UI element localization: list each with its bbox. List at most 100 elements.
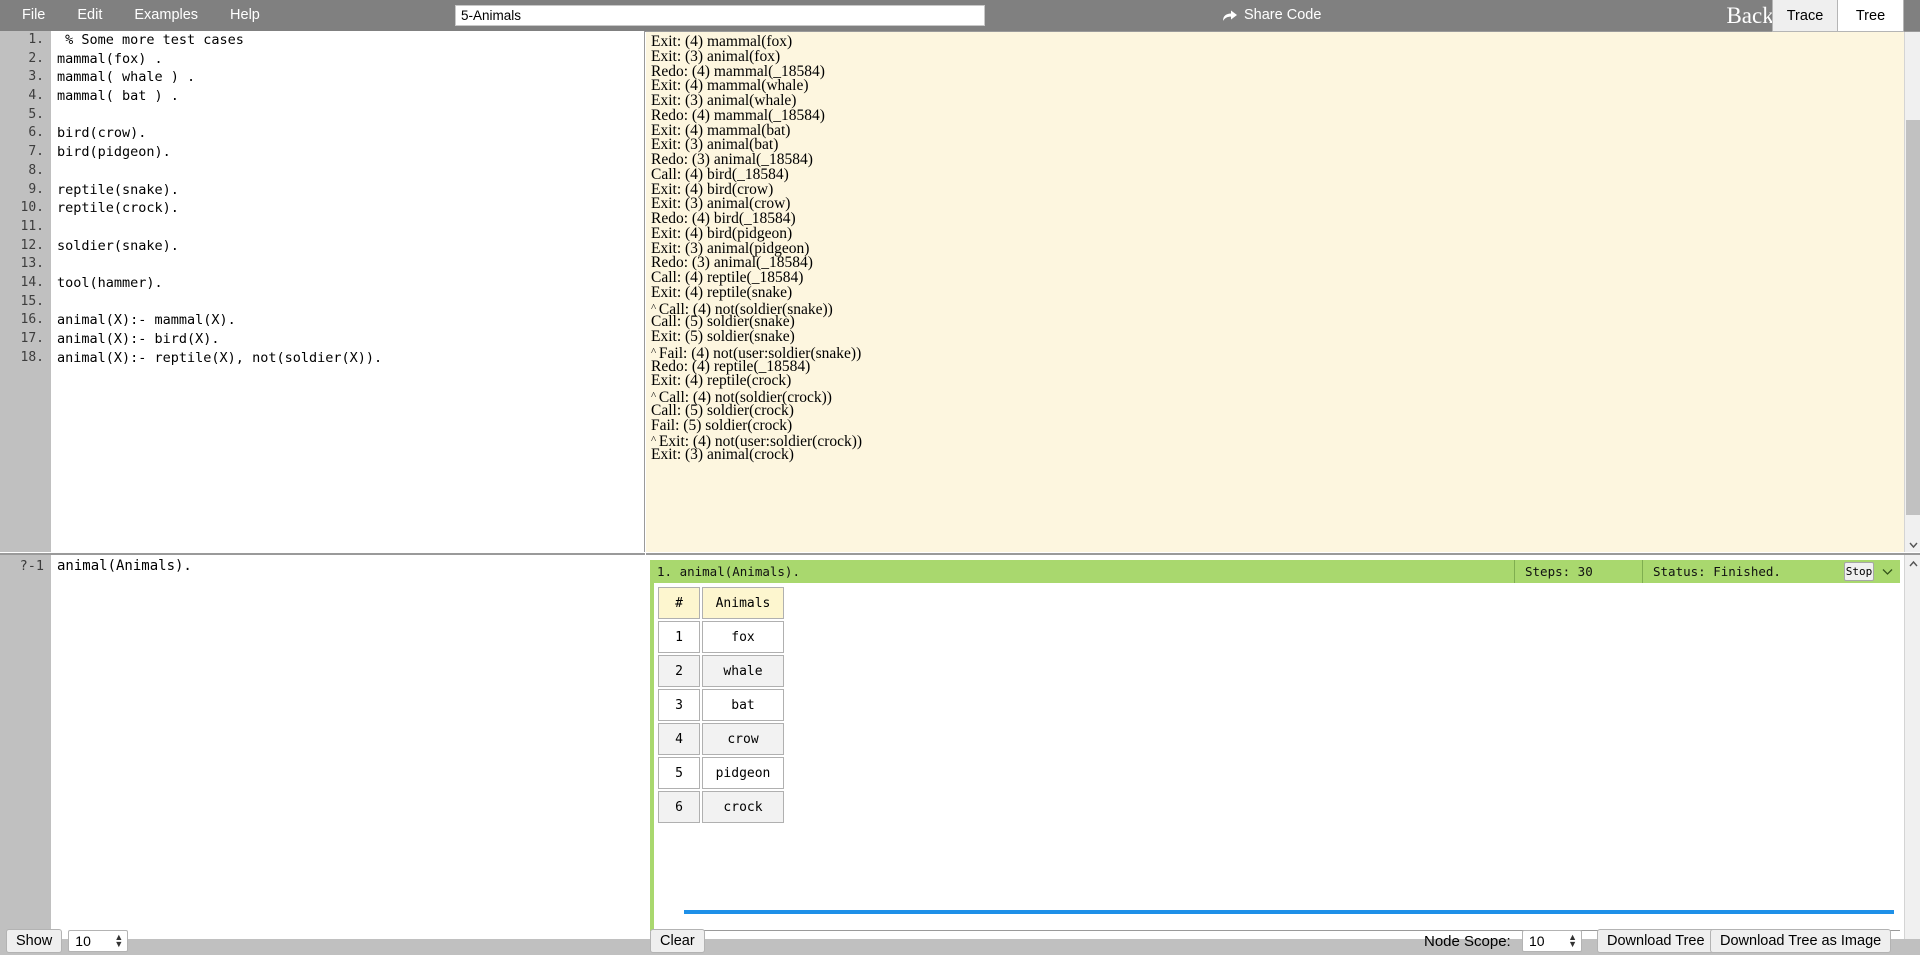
line-number: 1. (28, 32, 44, 47)
line-number: 8. (28, 162, 44, 178)
results-pane: 1. animal(Animals). Steps: 30 Status: Fi… (646, 553, 1920, 941)
code-line[interactable] (51, 293, 644, 312)
code-line[interactable]: animal(X):- reptile(X), not(soldier(X)). (51, 349, 644, 368)
column-header-index: # (658, 587, 700, 619)
table-row: 1 fox (658, 621, 784, 653)
table-row: 6 crock (658, 791, 784, 823)
query-input-area[interactable]: animal(Animals). (51, 555, 645, 941)
results-table: # Animals 1 fox 2 whale 3 bat 4 crow 5 pidgeon 6 cr… (656, 585, 786, 825)
tab-tree[interactable]: Tree (1838, 0, 1904, 32)
download-tree-image-button[interactable]: Download Tree as Image (1710, 929, 1892, 953)
chevron-down-icon[interactable] (1874, 565, 1900, 579)
code-line[interactable]: reptile(snake). (51, 181, 644, 200)
line-number: 17. (20, 331, 44, 346)
table-row: 4 crow (658, 723, 784, 755)
cell-animal: pidgeon (702, 757, 784, 789)
code-line[interactable]: % Some more test cases (51, 31, 644, 50)
code-line[interactable] (51, 106, 644, 125)
editor-line-number-gutter: 1. 2. 3. 4. 5. 6. 7. 8. 9. 10. 11. 12. 13. 14. 15. 16. 1… (0, 31, 51, 552)
line-number: 9. (28, 181, 44, 197)
trace-line: Redo: (3) animal(_18584) (651, 254, 813, 272)
result-steps-label: Steps: 30 (1514, 560, 1642, 583)
show-count-value: 10 (75, 933, 91, 949)
cell-index: 2 (658, 655, 700, 687)
trace-line: Exit: (4) bird(pidgeon) (651, 224, 793, 242)
code-line[interactable]: mammal( whale ) . (51, 68, 644, 87)
query-input[interactable]: animal(Animals). (51, 555, 645, 577)
results-vertical-scrollbar[interactable] (1904, 555, 1920, 941)
caret-marker-icon: ^ (651, 345, 659, 358)
line-number: 4. (28, 88, 44, 104)
cell-index: 1 (658, 621, 700, 653)
menu-item-edit[interactable]: Edit (61, 0, 118, 31)
trace-line: Exit: (3) animal(pidgeon) (651, 239, 810, 257)
code-line[interactable] (51, 162, 644, 181)
show-button[interactable]: Show (6, 929, 63, 953)
code-line[interactable]: bird(crow). (51, 124, 644, 143)
trace-line: Fail: (5) soldier(crock) (651, 416, 793, 434)
trace-line: Exit: (4) reptile(snake) (651, 283, 793, 301)
query-gutter: ?-1 (0, 555, 51, 941)
line-number: 7. (28, 144, 44, 160)
trace-line: Call: (4) bird(_18584) (651, 165, 789, 183)
stepper-arrows-icon[interactable]: ▲ ▼ (114, 933, 125, 949)
menu-item-examples[interactable]: Examples (118, 0, 214, 31)
line-number: 13. (20, 256, 44, 272)
node-scope-value: 10 (1529, 933, 1545, 949)
menu-item-help[interactable]: Help (214, 0, 276, 31)
filename-input[interactable] (455, 5, 985, 26)
table-row: 5 pidgeon (658, 757, 784, 789)
caret-marker-icon: ^ (651, 390, 659, 402)
trace-line: Redo: (3) animal(_18584) (651, 151, 813, 168)
line-number: 6. (28, 125, 44, 141)
trace-vertical-scrollbar[interactable] (1904, 32, 1920, 552)
code-line[interactable]: animal(X):- mammal(X). (51, 311, 644, 330)
result-query-label: 1. animal(Animals). (657, 564, 800, 579)
trace-tab-strip[interactable]: Trace Tree (1772, 0, 1904, 32)
trace-line: ^ Call: (4) not(soldier(snake)) (651, 301, 1888, 317)
query-editor-pane[interactable]: ?-1 animal(Animals). (0, 553, 645, 941)
code-line[interactable]: reptile(crock). (51, 199, 644, 218)
code-line[interactable]: animal(X):- bird(X). (51, 330, 644, 349)
trace-line: Exit: (4) reptile(crock) (651, 372, 792, 390)
trace-line: Exit: (4) mammal(bat) (651, 121, 791, 139)
code-line[interactable]: soldier(snake). (51, 237, 644, 256)
line-number: 14. (20, 274, 44, 290)
line-number: 2. (28, 50, 44, 66)
table-row: 3 bat (658, 689, 784, 721)
line-number: 3. (28, 69, 44, 85)
line-number: 18. (20, 349, 44, 365)
stop-button[interactable]: Stop (1844, 562, 1874, 581)
code-line[interactable]: mammal(fox) . (51, 50, 644, 69)
download-tree-button[interactable]: Download Tree (1597, 929, 1715, 953)
stepper-arrows-icon[interactable]: ▲ ▼ (1568, 933, 1579, 949)
results-horizontal-scrollbar[interactable] (684, 910, 1894, 914)
menu-item-file[interactable]: File (6, 0, 61, 31)
code-line[interactable]: bird(pidgeon). (51, 143, 644, 162)
show-count-stepper[interactable]: 10 ▲ ▼ (68, 930, 129, 952)
line-number: 5. (28, 106, 44, 122)
line-number: 16. (20, 312, 44, 328)
line-number: 10. (20, 200, 44, 216)
editor-code-area[interactable]: % Some more test cases mammal(fox) . mamma… (51, 31, 645, 552)
scroll-down-icon[interactable] (1905, 537, 1920, 552)
trace-line: Redo: (4) mammal(_18584) (651, 62, 825, 80)
trace-scrollbar-thumb[interactable] (1906, 120, 1920, 515)
trace-output-pane[interactable]: Exit: (4) mammal(fox) Exit: (3) animal(fo… (646, 31, 1920, 552)
code-editor-pane[interactable]: 1. 2. 3. 4. 5. 6. 7. 8. 9. 10. 11. 12. 13. 14. 15. 16. 1… (0, 31, 645, 552)
code-line[interactable] (51, 255, 644, 274)
trace-line: Exit: (5) soldier(snake) (651, 328, 795, 345)
cell-animal: crow (702, 723, 784, 755)
trace-line: Exit: (4) bird(crow) (651, 180, 774, 198)
code-line[interactable] (51, 218, 644, 237)
node-scope-stepper[interactable]: 10 ▲ ▼ (1522, 930, 1582, 952)
code-line[interactable]: mammal( bat ) . (51, 87, 644, 106)
tab-trace[interactable]: Trace (1772, 0, 1838, 32)
line-number: 11. (20, 218, 44, 234)
trace-line: Call: (4) reptile(_18584) (651, 269, 804, 286)
clear-button[interactable]: Clear (650, 929, 705, 953)
trace-line: Exit: (3) animal(bat) (651, 136, 779, 154)
share-code-button[interactable]: Share Code (1222, 6, 1321, 25)
code-line[interactable]: tool(hammer). (51, 274, 644, 293)
scroll-up-icon[interactable] (1905, 555, 1920, 571)
